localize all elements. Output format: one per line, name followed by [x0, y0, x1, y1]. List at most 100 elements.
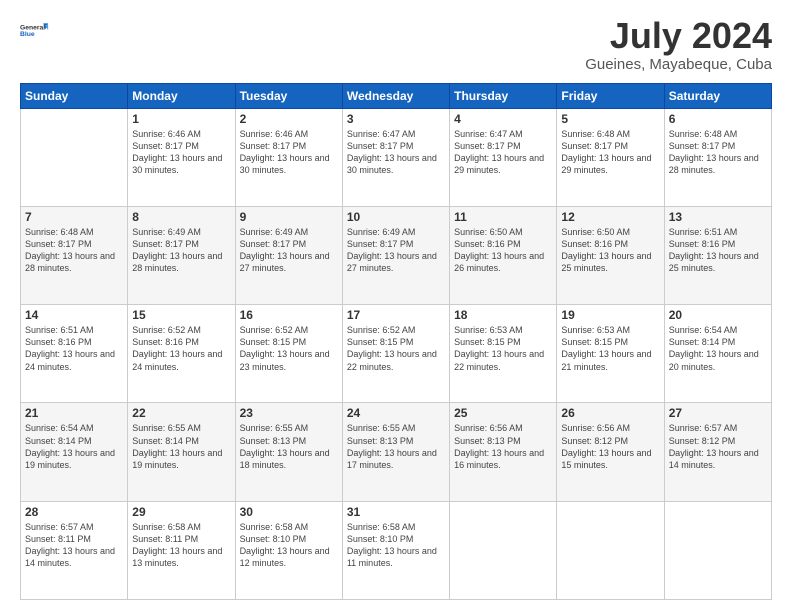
day-number: 7 — [25, 210, 123, 224]
calendar-week-row: 7 Sunrise: 6:48 AM Sunset: 8:17 PM Daylig… — [21, 206, 772, 304]
header-monday: Monday — [128, 83, 235, 108]
table-row: 28 Sunrise: 6:57 AM Sunset: 8:11 PM Dayli… — [21, 501, 128, 599]
day-info: Sunrise: 6:52 AM Sunset: 8:16 PM Dayligh… — [132, 324, 230, 373]
day-number: 26 — [561, 406, 659, 420]
day-number: 12 — [561, 210, 659, 224]
table-row: 8 Sunrise: 6:49 AM Sunset: 8:17 PM Daylig… — [128, 206, 235, 304]
day-info: Sunrise: 6:58 AM Sunset: 8:10 PM Dayligh… — [240, 521, 338, 570]
header-friday: Friday — [557, 83, 664, 108]
day-info: Sunrise: 6:55 AM Sunset: 8:13 PM Dayligh… — [240, 422, 338, 471]
day-info: Sunrise: 6:50 AM Sunset: 8:16 PM Dayligh… — [561, 226, 659, 275]
table-row: 16Sunrise: 6:52 AM Sunset: 8:15 PM Dayli… — [235, 305, 342, 403]
day-number: 28 — [25, 505, 123, 519]
title-block: July 2024 Gueines, Mayabeque, Cuba — [585, 16, 772, 73]
day-number: 3 — [347, 112, 445, 126]
table-row: 2 Sunrise: 6:46 AM Sunset: 8:17 PM Daylig… — [235, 108, 342, 206]
day-number: 17 — [347, 308, 445, 322]
day-number: 21 — [25, 406, 123, 420]
table-row: 19Sunrise: 6:53 AM Sunset: 8:15 PM Dayli… — [557, 305, 664, 403]
subtitle: Gueines, Mayabeque, Cuba — [585, 56, 772, 73]
day-number: 8 — [132, 210, 230, 224]
main-title: July 2024 — [585, 16, 772, 56]
table-row: 27 Sunrise: 6:57 AM Sunset: 8:12 PM Dayli… — [664, 403, 771, 501]
day-info: Sunrise: 6:55 AM Sunset: 8:13 PM Dayligh… — [347, 422, 445, 471]
table-row: 30Sunrise: 6:58 AM Sunset: 8:10 PM Dayli… — [235, 501, 342, 599]
day-info: Sunrise: 6:48 AM Sunset: 8:17 PM Dayligh… — [25, 226, 123, 275]
table-row: 4Sunrise: 6:47 AM Sunset: 8:17 PM Daylig… — [450, 108, 557, 206]
table-row: 1 Sunrise: 6:46 AM Sunset: 8:17 PM Daylig… — [128, 108, 235, 206]
table-row: 9 Sunrise: 6:49 AM Sunset: 8:17 PM Daylig… — [235, 206, 342, 304]
day-info: Sunrise: 6:49 AM Sunset: 8:17 PM Dayligh… — [347, 226, 445, 275]
table-row: 29Sunrise: 6:58 AM Sunset: 8:11 PM Dayli… — [128, 501, 235, 599]
day-info: Sunrise: 6:53 AM Sunset: 8:15 PM Dayligh… — [454, 324, 552, 373]
day-info: Sunrise: 6:50 AM Sunset: 8:16 PM Dayligh… — [454, 226, 552, 275]
header-saturday: Saturday — [664, 83, 771, 108]
day-number: 27 — [669, 406, 767, 420]
header-wednesday: Wednesday — [342, 83, 449, 108]
day-info: Sunrise: 6:52 AM Sunset: 8:15 PM Dayligh… — [240, 324, 338, 373]
page: GeneralBlue July 2024 Gueines, Mayabeque… — [0, 0, 792, 612]
calendar-week-row: 28 Sunrise: 6:57 AM Sunset: 8:11 PM Dayli… — [21, 501, 772, 599]
day-info: Sunrise: 6:54 AM Sunset: 8:14 PM Dayligh… — [25, 422, 123, 471]
svg-text:Blue: Blue — [20, 31, 35, 38]
day-info: Sunrise: 6:58 AM Sunset: 8:10 PM Dayligh… — [347, 521, 445, 570]
day-info: Sunrise: 6:46 AM Sunset: 8:17 PM Dayligh… — [132, 128, 230, 177]
table-row: 23 Sunrise: 6:55 AM Sunset: 8:13 PM Dayli… — [235, 403, 342, 501]
day-number: 24 — [347, 406, 445, 420]
logo: GeneralBlue — [20, 16, 50, 46]
table-row: 20Sunrise: 6:54 AM Sunset: 8:14 PM Dayli… — [664, 305, 771, 403]
table-row: 31 Sunrise: 6:58 AM Sunset: 8:10 PM Dayli… — [342, 501, 449, 599]
day-info: Sunrise: 6:56 AM Sunset: 8:13 PM Dayligh… — [454, 422, 552, 471]
table-row: 13 Sunrise: 6:51 AM Sunset: 8:16 PM Dayli… — [664, 206, 771, 304]
day-number: 18 — [454, 308, 552, 322]
day-number: 10 — [347, 210, 445, 224]
table-row: 14 Sunrise: 6:51 AM Sunset: 8:16 PM Dayli… — [21, 305, 128, 403]
header-tuesday: Tuesday — [235, 83, 342, 108]
day-info: Sunrise: 6:57 AM Sunset: 8:12 PM Dayligh… — [669, 422, 767, 471]
calendar-week-row: 1 Sunrise: 6:46 AM Sunset: 8:17 PM Daylig… — [21, 108, 772, 206]
day-number: 14 — [25, 308, 123, 322]
table-row: 10 Sunrise: 6:49 AM Sunset: 8:17 PM Dayli… — [342, 206, 449, 304]
header-thursday: Thursday — [450, 83, 557, 108]
svg-text:General: General — [20, 24, 45, 31]
day-info: Sunrise: 6:57 AM Sunset: 8:11 PM Dayligh… — [25, 521, 123, 570]
table-row: 26Sunrise: 6:56 AM Sunset: 8:12 PM Dayli… — [557, 403, 664, 501]
day-info: Sunrise: 6:47 AM Sunset: 8:17 PM Dayligh… — [454, 128, 552, 177]
day-info: Sunrise: 6:49 AM Sunset: 8:17 PM Dayligh… — [132, 226, 230, 275]
day-info: Sunrise: 6:47 AM Sunset: 8:17 PM Dayligh… — [347, 128, 445, 177]
day-number: 13 — [669, 210, 767, 224]
day-info: Sunrise: 6:51 AM Sunset: 8:16 PM Dayligh… — [25, 324, 123, 373]
day-info: Sunrise: 6:53 AM Sunset: 8:15 PM Dayligh… — [561, 324, 659, 373]
day-number: 9 — [240, 210, 338, 224]
day-number: 22 — [132, 406, 230, 420]
day-number: 1 — [132, 112, 230, 126]
day-info: Sunrise: 6:49 AM Sunset: 8:17 PM Dayligh… — [240, 226, 338, 275]
table-row: 18 Sunrise: 6:53 AM Sunset: 8:15 PM Dayli… — [450, 305, 557, 403]
table-row: 6 Sunrise: 6:48 AM Sunset: 8:17 PM Daylig… — [664, 108, 771, 206]
table-row: 12 Sunrise: 6:50 AM Sunset: 8:16 PM Dayli… — [557, 206, 664, 304]
calendar-header-row: Sunday Monday Tuesday Wednesday Thursday… — [21, 83, 772, 108]
table-row: 24 Sunrise: 6:55 AM Sunset: 8:13 PM Dayli… — [342, 403, 449, 501]
calendar-week-row: 21 Sunrise: 6:54 AM Sunset: 8:14 PM Dayli… — [21, 403, 772, 501]
table-row: 7 Sunrise: 6:48 AM Sunset: 8:17 PM Daylig… — [21, 206, 128, 304]
day-number: 20 — [669, 308, 767, 322]
day-info: Sunrise: 6:51 AM Sunset: 8:16 PM Dayligh… — [669, 226, 767, 275]
day-number: 15 — [132, 308, 230, 322]
table-row: 5Sunrise: 6:48 AM Sunset: 8:17 PM Daylig… — [557, 108, 664, 206]
day-info: Sunrise: 6:48 AM Sunset: 8:17 PM Dayligh… — [669, 128, 767, 177]
header-sunday: Sunday — [21, 83, 128, 108]
table-row — [450, 501, 557, 599]
calendar-week-row: 14 Sunrise: 6:51 AM Sunset: 8:16 PM Dayli… — [21, 305, 772, 403]
day-info: Sunrise: 6:55 AM Sunset: 8:14 PM Dayligh… — [132, 422, 230, 471]
table-row: 11 Sunrise: 6:50 AM Sunset: 8:16 PM Dayli… — [450, 206, 557, 304]
table-row: 21 Sunrise: 6:54 AM Sunset: 8:14 PM Dayli… — [21, 403, 128, 501]
day-number: 23 — [240, 406, 338, 420]
day-number: 6 — [669, 112, 767, 126]
day-number: 2 — [240, 112, 338, 126]
table-row: 17 Sunrise: 6:52 AM Sunset: 8:15 PM Dayli… — [342, 305, 449, 403]
day-info: Sunrise: 6:52 AM Sunset: 8:15 PM Dayligh… — [347, 324, 445, 373]
day-number: 11 — [454, 210, 552, 224]
day-info: Sunrise: 6:46 AM Sunset: 8:17 PM Dayligh… — [240, 128, 338, 177]
day-number: 31 — [347, 505, 445, 519]
table-row: 15 Sunrise: 6:52 AM Sunset: 8:16 PM Dayli… — [128, 305, 235, 403]
